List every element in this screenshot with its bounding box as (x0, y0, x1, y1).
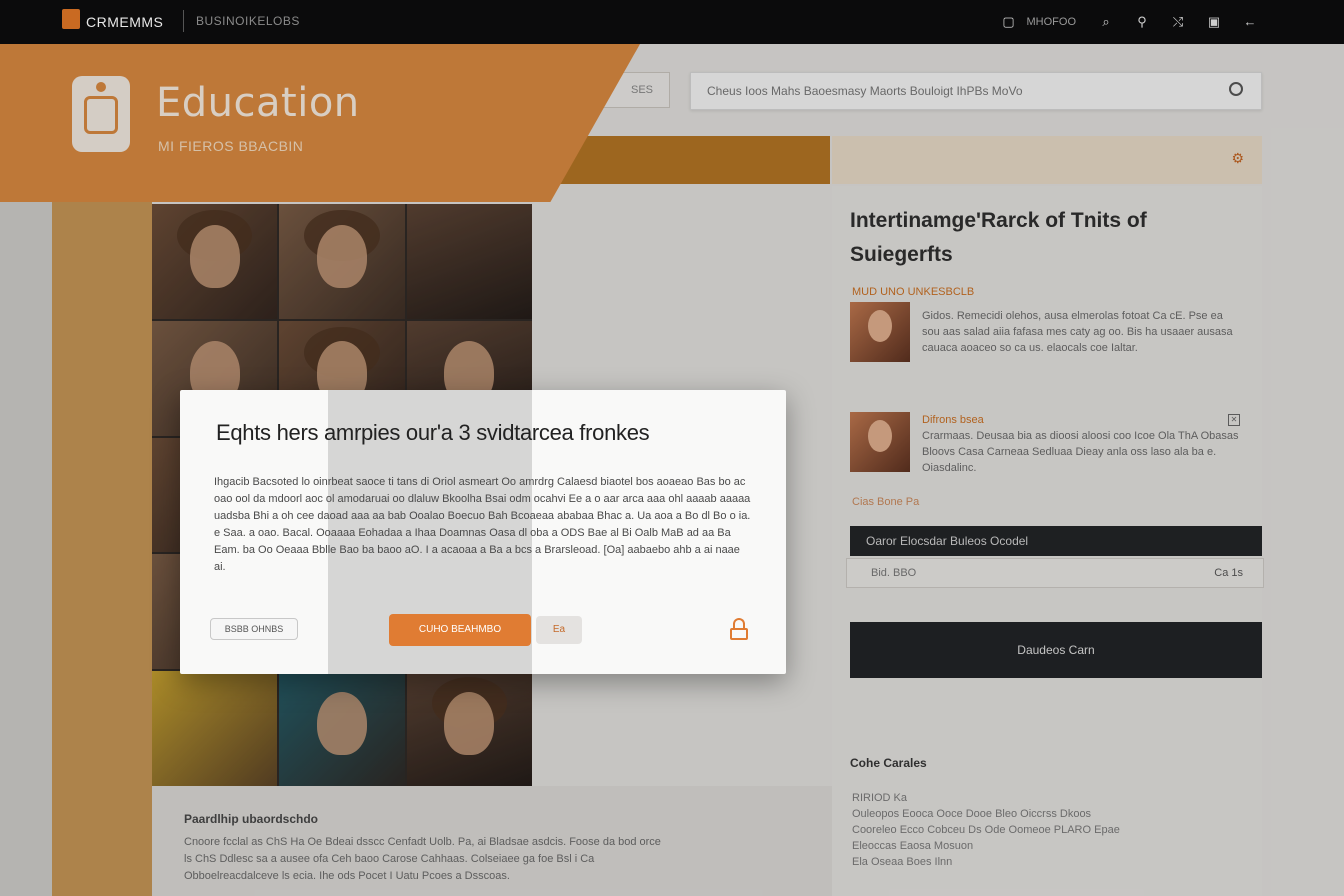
back-icon[interactable]: ← (1232, 8, 1268, 36)
brand-subtitle: BUSINOIKELOBS (196, 14, 300, 28)
window-icon[interactable]: ▣ (1196, 8, 1232, 36)
shuffle-icon[interactable]: ⤭ (1160, 8, 1196, 36)
top-bar-actions: ▢ MHOFOO ⌕ ⚲ ⤭ ▣ ← (991, 8, 1269, 36)
brand-name[interactable]: CRMEMMS (86, 14, 163, 30)
cancel-button[interactable]: BSBB OHNBS (210, 618, 298, 640)
lock-icon[interactable] (728, 618, 750, 642)
secondary-button[interactable]: Ea (536, 616, 582, 644)
modal-body: Ihgacib Bacsoted lo oinrbeat saoce ti ta… (214, 476, 751, 573)
modal-title: Eqhts hers amrpies our'a 3 svidtarcea fr… (216, 420, 650, 445)
brand-logo-icon[interactable] (62, 9, 80, 29)
square-icon[interactable]: ▢ (991, 8, 1027, 36)
top-bar: CRMEMMS BUSINOIKELOBS ▢ MHOFOO ⌕ ⚲ ⤭ ▣ ← (0, 0, 1344, 44)
top-bar-text[interactable]: MHOFOO (1027, 16, 1077, 28)
search-icon[interactable]: ⌕ (1088, 8, 1124, 36)
confirm-button[interactable]: CUHO BEAHMBO (389, 614, 531, 646)
divider (183, 10, 184, 32)
modal-dialog: Eqhts hers amrpies our'a 3 svidtarcea fr… (180, 390, 786, 674)
search-icon[interactable]: ⚲ (1124, 8, 1160, 36)
